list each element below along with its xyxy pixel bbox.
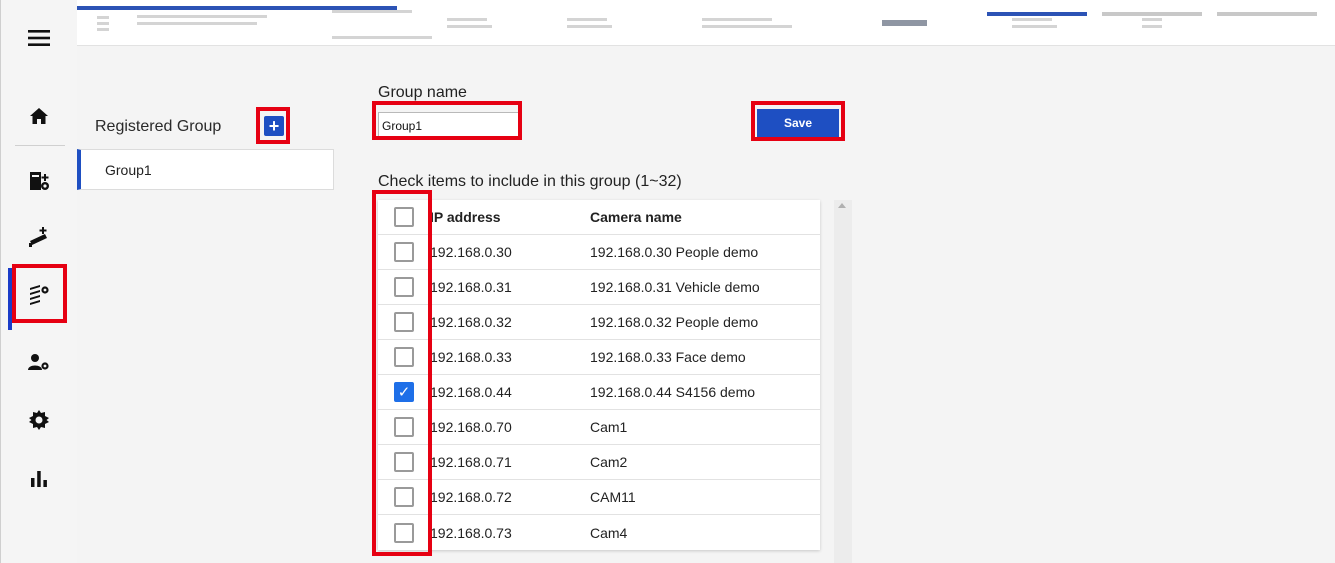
- camera-name-cell: 192.168.0.44 S4156 demo: [590, 384, 756, 400]
- home-icon[interactable]: [19, 96, 59, 136]
- table-row[interactable]: 192.168.0.72 CAM11: [378, 480, 820, 515]
- group-list: Group1: [77, 149, 334, 190]
- camera-name-cell: Cam4: [590, 524, 628, 541]
- camera-name-cell: 192.168.0.33 Face demo: [590, 349, 746, 365]
- ip-cell: 192.168.0.31: [430, 279, 512, 295]
- sidebar: [0, 0, 77, 563]
- ip-cell: 192.168.0.71: [430, 454, 512, 470]
- scroll-up-icon[interactable]: [838, 203, 846, 208]
- group-list-item[interactable]: Group1: [105, 162, 152, 178]
- ip-cell: 192.168.0.33: [430, 349, 512, 365]
- server-settings-icon[interactable]: [19, 161, 59, 201]
- ip-cell: 192.168.0.72: [430, 489, 512, 505]
- ip-cell: 192.168.0.73: [430, 524, 512, 541]
- ip-cell: 192.168.0.30: [430, 244, 512, 260]
- ip-cell: 192.168.0.44: [430, 384, 512, 400]
- camera-name-cell: 192.168.0.30 People demo: [590, 244, 759, 260]
- table-row[interactable]: 192.168.0.33 192.168.0.33 Face demo: [378, 340, 820, 375]
- table-row[interactable]: 192.168.0.71 Cam2: [378, 445, 820, 480]
- table-row[interactable]: ✓ 192.168.0.44 192.168.0.44 S4156 demo: [378, 375, 820, 410]
- background-overlay: [77, 0, 1335, 46]
- table-row[interactable]: 192.168.0.32 192.168.0.32 People demo: [378, 305, 820, 340]
- save-highlight: [751, 101, 845, 141]
- table-row[interactable]: 192.168.0.70 Cam1: [378, 410, 820, 445]
- ip-cell: 192.168.0.32: [430, 314, 512, 330]
- group-name-highlight: [372, 101, 522, 140]
- checkbox-column-highlight: [372, 190, 432, 556]
- registered-group-title: Registered Group: [95, 118, 222, 135]
- ip-column-header: IP address: [430, 209, 501, 225]
- user-settings-icon[interactable]: [19, 342, 59, 382]
- add-group-highlight: [256, 107, 290, 144]
- gear-icon[interactable]: [19, 400, 59, 440]
- add-camera-icon[interactable]: [19, 217, 59, 257]
- camera-select-label: Check items to include in this group (1~…: [378, 173, 682, 190]
- bar-chart-icon[interactable]: [19, 458, 59, 498]
- menu-icon[interactable]: [19, 18, 59, 58]
- camera-table: IP address Camera name 192.168.0.30 192.…: [378, 200, 820, 550]
- camera-name-column-header: Camera name: [590, 209, 682, 225]
- group-name-label: Group name: [378, 84, 467, 101]
- camera-name-cell: Cam1: [590, 419, 628, 435]
- camera-name-cell: CAM11: [590, 489, 636, 505]
- camera-name-cell: 192.168.0.31 Vehicle demo: [590, 279, 760, 295]
- camera-name-cell: Cam2: [590, 454, 628, 470]
- table-row[interactable]: 192.168.0.73 Cam4: [378, 515, 820, 550]
- table-header-row: IP address Camera name: [378, 200, 820, 235]
- group-settings-highlight: [12, 264, 67, 323]
- ip-cell: 192.168.0.70: [430, 419, 512, 435]
- camera-name-cell: 192.168.0.32 People demo: [590, 314, 759, 330]
- table-row[interactable]: 192.168.0.31 192.168.0.31 Vehicle demo: [378, 270, 820, 305]
- table-row[interactable]: 192.168.0.30 192.168.0.30 People demo: [378, 235, 820, 270]
- table-scrollbar[interactable]: [834, 200, 852, 563]
